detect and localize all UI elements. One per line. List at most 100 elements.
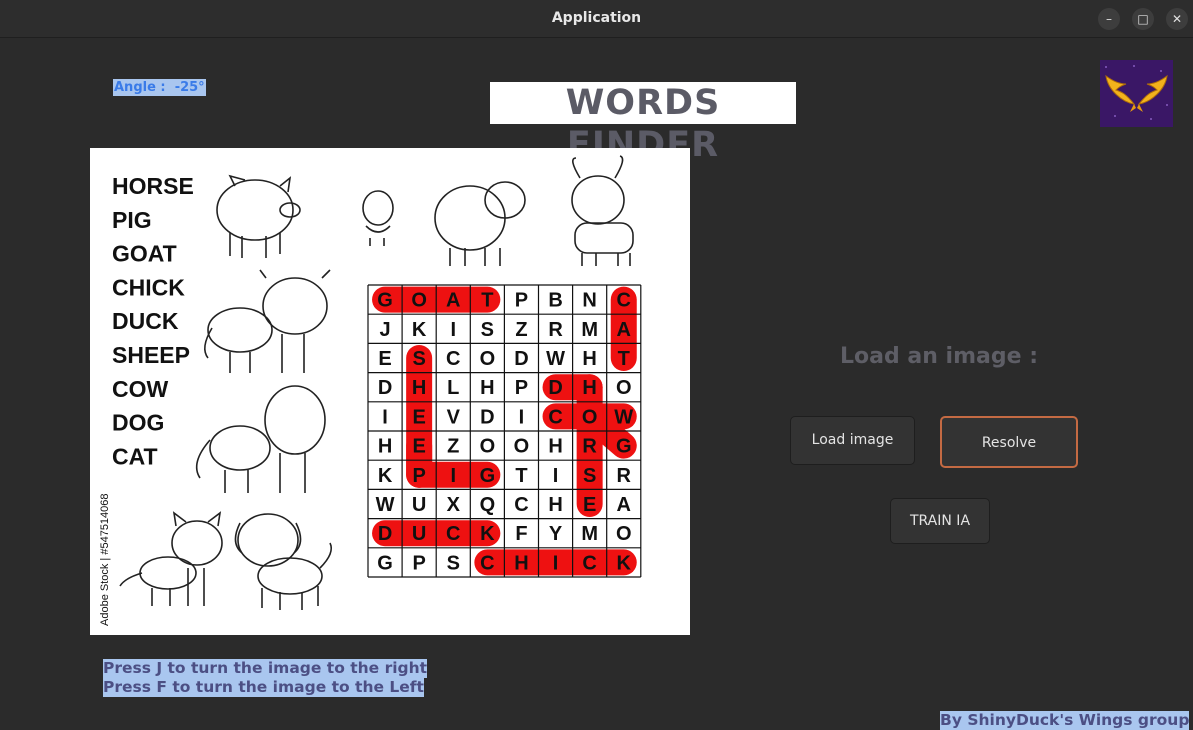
grid-letter: C xyxy=(446,348,460,370)
grid-letter: E xyxy=(583,494,596,516)
grid-letter: Z xyxy=(515,319,527,341)
load-image-label: Load an image : xyxy=(840,344,1038,369)
grid-letter: H xyxy=(514,552,528,574)
grid-letter: E xyxy=(412,436,425,458)
grid-letter: O xyxy=(616,523,632,545)
grid-letter: S xyxy=(412,348,425,370)
app-title: WORDS FINDER xyxy=(490,82,796,165)
grid-letter: I xyxy=(519,406,525,428)
grid-letter: H xyxy=(582,348,596,370)
train-ia-button[interactable]: TRAIN IA xyxy=(890,498,990,544)
word-list-item: DOG xyxy=(112,410,164,436)
grid-letter: M xyxy=(581,319,598,341)
minimize-button[interactable]: – xyxy=(1098,8,1120,30)
grid-letter: I xyxy=(382,406,388,428)
stock-credit: Adobe Stock | #547514068 xyxy=(99,493,111,626)
golden-wings-icon xyxy=(1100,60,1173,127)
grid-letter: G xyxy=(480,465,496,487)
grid-letter: K xyxy=(617,552,632,574)
close-button[interactable]: ✕ xyxy=(1166,8,1188,30)
word-list-item: COW xyxy=(112,376,169,402)
word-list-item: DUCK xyxy=(112,308,179,334)
grid-letter: D xyxy=(514,348,528,370)
grid-letter: G xyxy=(377,552,393,574)
grid-letter: C xyxy=(582,552,596,574)
grid-letter: R xyxy=(548,319,563,341)
grid-letter: C xyxy=(480,552,494,574)
grid-letter: R xyxy=(617,465,632,487)
grid-letter: H xyxy=(582,377,596,399)
grid-letter: W xyxy=(376,494,395,516)
grid-letter: P xyxy=(412,552,425,574)
grid-letter: W xyxy=(546,348,565,370)
grid-letter: K xyxy=(480,523,495,545)
cat-icon xyxy=(119,511,223,606)
grid-letter: E xyxy=(378,348,391,370)
grid-letter: O xyxy=(411,290,427,312)
grid-letter: S xyxy=(447,552,460,574)
grid-letter: D xyxy=(378,377,392,399)
cow-icon xyxy=(204,269,331,373)
puzzle-image: HORSE PIG GOAT CHICK DUCK SHEEP COW DOG CAT Adob… xyxy=(90,148,690,635)
grid-letter: Q xyxy=(480,494,496,516)
grid-letter: V xyxy=(447,406,461,428)
grid-letter: U xyxy=(412,523,426,545)
grid-letter: R xyxy=(582,436,597,458)
grid-letter: G xyxy=(616,436,632,458)
word-list-item: CAT xyxy=(112,443,158,469)
grid-letter: Z xyxy=(447,436,459,458)
grid-letter: H xyxy=(412,377,426,399)
grid-letter: B xyxy=(548,290,562,312)
grid-letter: H xyxy=(548,436,562,458)
grid-letter: T xyxy=(515,465,527,487)
grid-letter: O xyxy=(514,436,530,458)
dog-icon xyxy=(234,513,333,610)
grid-letter: W xyxy=(614,406,633,428)
angle-readout: Angle : -25° xyxy=(113,79,206,96)
grid-letter: C xyxy=(617,290,631,312)
grid-letter: H xyxy=(480,377,494,399)
grid-letter: D xyxy=(378,523,392,545)
grid-letter: L xyxy=(447,377,459,399)
grid-letter: F xyxy=(515,523,527,545)
pig-icon xyxy=(216,174,301,258)
puzzle-canvas: HORSEPIGGOATCHICKDUCKSHEEPCOWDOGCAT Adob… xyxy=(99,155,642,626)
grid-letter: H xyxy=(378,436,392,458)
letter-grid: G O A T P B N CJ K I S Z R M AE S C O D W H TD H L H P D H OI E V D I C O W… xyxy=(367,284,642,578)
grid-letter: P xyxy=(412,465,425,487)
grid-letter: N xyxy=(582,290,596,312)
window-title: Application xyxy=(551,10,642,26)
grid-letter: G xyxy=(377,290,393,312)
grid-letter: H xyxy=(548,494,562,516)
goat-icon xyxy=(571,155,634,266)
word-list-item: PIG xyxy=(112,207,152,233)
resolve-button[interactable]: Resolve xyxy=(940,416,1078,468)
sheep-icon xyxy=(434,181,526,266)
grid-letter: I xyxy=(450,319,456,341)
grid-letter: A xyxy=(617,494,631,516)
grid-letter: K xyxy=(378,465,393,487)
grid-letter: I xyxy=(553,552,559,574)
grid-letter: I xyxy=(553,465,559,487)
grid-letter: T xyxy=(618,348,630,370)
grid-letter: S xyxy=(481,319,494,341)
hint-rotate-left: Press F to turn the image to the Left xyxy=(103,678,424,697)
grid-letter: O xyxy=(616,377,632,399)
word-list: HORSE PIG GOAT CHICK DUCK SHEEP COW DOG CAT xyxy=(112,173,194,469)
grid-letter: P xyxy=(515,377,528,399)
grid-letter: J xyxy=(379,319,390,341)
load-image-button[interactable]: Load image xyxy=(790,416,915,465)
word-list-item: HORSE xyxy=(112,173,194,199)
grid-letter: O xyxy=(480,348,496,370)
grid-letter: O xyxy=(582,406,598,428)
horse-icon xyxy=(195,385,326,493)
grid-letter: T xyxy=(481,290,493,312)
grid-letter: C xyxy=(514,494,528,516)
grid-letter: D xyxy=(480,406,494,428)
grid-letter: K xyxy=(412,319,427,341)
angle-label: Angle : xyxy=(114,80,166,95)
window-titlebar: Application – □ ✕ xyxy=(0,0,1193,38)
word-list-item: CHICK xyxy=(112,274,185,300)
maximize-button[interactable]: □ xyxy=(1132,8,1154,30)
grid-letter: O xyxy=(480,436,496,458)
